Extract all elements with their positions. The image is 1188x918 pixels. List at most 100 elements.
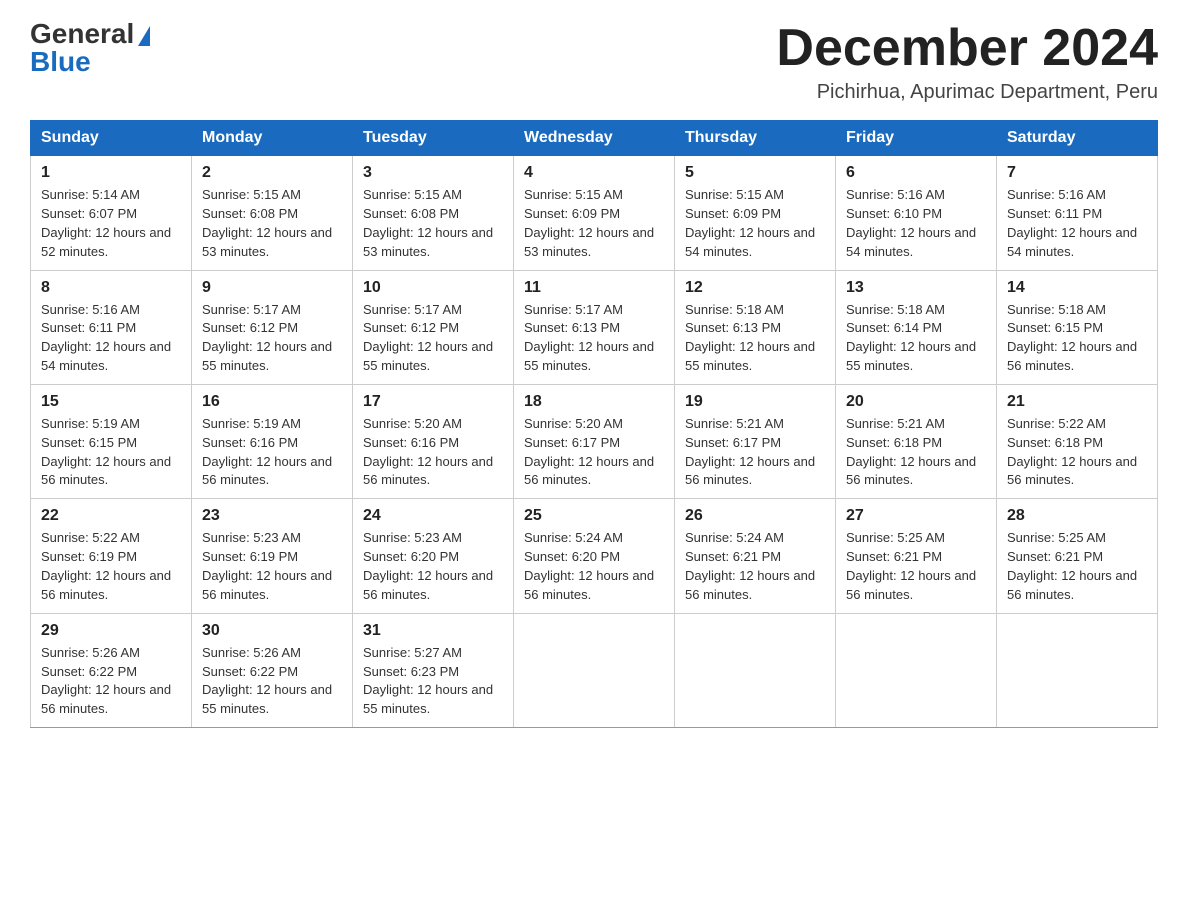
day-info: Sunrise: 5:26 AM Sunset: 6:22 PM Dayligh… xyxy=(41,644,181,719)
calendar-cell: 7 Sunrise: 5:16 AM Sunset: 6:11 PM Dayli… xyxy=(997,156,1158,270)
day-info: Sunrise: 5:20 AM Sunset: 6:17 PM Dayligh… xyxy=(524,415,664,490)
calendar-cell: 8 Sunrise: 5:16 AM Sunset: 6:11 PM Dayli… xyxy=(31,270,192,384)
day-number: 21 xyxy=(1007,393,1147,411)
calendar-cell: 14 Sunrise: 5:18 AM Sunset: 6:15 PM Dayl… xyxy=(997,270,1158,384)
day-number: 20 xyxy=(846,393,986,411)
calendar-cell: 27 Sunrise: 5:25 AM Sunset: 6:21 PM Dayl… xyxy=(836,499,997,613)
weekday-header-row: SundayMondayTuesdayWednesdayThursdayFrid… xyxy=(31,121,1158,156)
day-info: Sunrise: 5:14 AM Sunset: 6:07 PM Dayligh… xyxy=(41,186,181,261)
day-info: Sunrise: 5:23 AM Sunset: 6:20 PM Dayligh… xyxy=(363,529,503,604)
day-number: 6 xyxy=(846,164,986,182)
weekday-header-saturday: Saturday xyxy=(997,121,1158,156)
day-info: Sunrise: 5:17 AM Sunset: 6:12 PM Dayligh… xyxy=(363,301,503,376)
month-title: December 2024 xyxy=(776,20,1158,77)
day-number: 29 xyxy=(41,622,181,640)
day-info: Sunrise: 5:18 AM Sunset: 6:14 PM Dayligh… xyxy=(846,301,986,376)
logo-general-text: General xyxy=(30,20,134,48)
calendar-cell: 24 Sunrise: 5:23 AM Sunset: 6:20 PM Dayl… xyxy=(353,499,514,613)
day-number: 3 xyxy=(363,164,503,182)
day-info: Sunrise: 5:15 AM Sunset: 6:08 PM Dayligh… xyxy=(363,186,503,261)
calendar-cell: 11 Sunrise: 5:17 AM Sunset: 6:13 PM Dayl… xyxy=(514,270,675,384)
day-number: 8 xyxy=(41,279,181,297)
calendar-cell: 3 Sunrise: 5:15 AM Sunset: 6:08 PM Dayli… xyxy=(353,156,514,270)
day-number: 14 xyxy=(1007,279,1147,297)
location-title: Pichirhua, Apurimac Department, Peru xyxy=(776,81,1158,104)
day-info: Sunrise: 5:17 AM Sunset: 6:12 PM Dayligh… xyxy=(202,301,342,376)
calendar-table: SundayMondayTuesdayWednesdayThursdayFrid… xyxy=(30,120,1158,728)
day-number: 10 xyxy=(363,279,503,297)
day-info: Sunrise: 5:25 AM Sunset: 6:21 PM Dayligh… xyxy=(1007,529,1147,604)
calendar-cell: 12 Sunrise: 5:18 AM Sunset: 6:13 PM Dayl… xyxy=(675,270,836,384)
day-info: Sunrise: 5:21 AM Sunset: 6:18 PM Dayligh… xyxy=(846,415,986,490)
day-number: 7 xyxy=(1007,164,1147,182)
calendar-cell: 15 Sunrise: 5:19 AM Sunset: 6:15 PM Dayl… xyxy=(31,384,192,498)
calendar-cell: 1 Sunrise: 5:14 AM Sunset: 6:07 PM Dayli… xyxy=(31,156,192,270)
day-info: Sunrise: 5:22 AM Sunset: 6:19 PM Dayligh… xyxy=(41,529,181,604)
calendar-cell: 23 Sunrise: 5:23 AM Sunset: 6:19 PM Dayl… xyxy=(192,499,353,613)
calendar-cell: 18 Sunrise: 5:20 AM Sunset: 6:17 PM Dayl… xyxy=(514,384,675,498)
calendar-cell: 30 Sunrise: 5:26 AM Sunset: 6:22 PM Dayl… xyxy=(192,613,353,727)
day-number: 30 xyxy=(202,622,342,640)
day-number: 9 xyxy=(202,279,342,297)
calendar-cell: 6 Sunrise: 5:16 AM Sunset: 6:10 PM Dayli… xyxy=(836,156,997,270)
weekday-header-monday: Monday xyxy=(192,121,353,156)
weekday-header-sunday: Sunday xyxy=(31,121,192,156)
day-number: 16 xyxy=(202,393,342,411)
weekday-header-friday: Friday xyxy=(836,121,997,156)
day-info: Sunrise: 5:15 AM Sunset: 6:09 PM Dayligh… xyxy=(524,186,664,261)
calendar-cell xyxy=(514,613,675,727)
calendar-cell: 28 Sunrise: 5:25 AM Sunset: 6:21 PM Dayl… xyxy=(997,499,1158,613)
day-info: Sunrise: 5:22 AM Sunset: 6:18 PM Dayligh… xyxy=(1007,415,1147,490)
day-info: Sunrise: 5:26 AM Sunset: 6:22 PM Dayligh… xyxy=(202,644,342,719)
day-number: 1 xyxy=(41,164,181,182)
day-info: Sunrise: 5:16 AM Sunset: 6:11 PM Dayligh… xyxy=(1007,186,1147,261)
calendar-cell: 31 Sunrise: 5:27 AM Sunset: 6:23 PM Dayl… xyxy=(353,613,514,727)
calendar-cell: 26 Sunrise: 5:24 AM Sunset: 6:21 PM Dayl… xyxy=(675,499,836,613)
week-row-5: 29 Sunrise: 5:26 AM Sunset: 6:22 PM Dayl… xyxy=(31,613,1158,727)
calendar-cell: 17 Sunrise: 5:20 AM Sunset: 6:16 PM Dayl… xyxy=(353,384,514,498)
day-number: 5 xyxy=(685,164,825,182)
day-number: 31 xyxy=(363,622,503,640)
day-number: 2 xyxy=(202,164,342,182)
calendar-cell: 20 Sunrise: 5:21 AM Sunset: 6:18 PM Dayl… xyxy=(836,384,997,498)
title-section: December 2024 Pichirhua, Apurimac Depart… xyxy=(776,20,1158,104)
calendar-cell: 10 Sunrise: 5:17 AM Sunset: 6:12 PM Dayl… xyxy=(353,270,514,384)
weekday-header-wednesday: Wednesday xyxy=(514,121,675,156)
calendar-cell: 9 Sunrise: 5:17 AM Sunset: 6:12 PM Dayli… xyxy=(192,270,353,384)
day-number: 11 xyxy=(524,279,664,297)
day-number: 15 xyxy=(41,393,181,411)
day-info: Sunrise: 5:25 AM Sunset: 6:21 PM Dayligh… xyxy=(846,529,986,604)
logo-triangle-icon xyxy=(138,26,150,46)
day-number: 28 xyxy=(1007,507,1147,525)
day-info: Sunrise: 5:20 AM Sunset: 6:16 PM Dayligh… xyxy=(363,415,503,490)
calendar-cell: 21 Sunrise: 5:22 AM Sunset: 6:18 PM Dayl… xyxy=(997,384,1158,498)
day-info: Sunrise: 5:17 AM Sunset: 6:13 PM Dayligh… xyxy=(524,301,664,376)
day-number: 22 xyxy=(41,507,181,525)
day-info: Sunrise: 5:15 AM Sunset: 6:09 PM Dayligh… xyxy=(685,186,825,261)
day-number: 27 xyxy=(846,507,986,525)
day-number: 23 xyxy=(202,507,342,525)
day-info: Sunrise: 5:18 AM Sunset: 6:15 PM Dayligh… xyxy=(1007,301,1147,376)
calendar-cell: 22 Sunrise: 5:22 AM Sunset: 6:19 PM Dayl… xyxy=(31,499,192,613)
calendar-cell xyxy=(675,613,836,727)
weekday-header-tuesday: Tuesday xyxy=(353,121,514,156)
day-number: 4 xyxy=(524,164,664,182)
day-info: Sunrise: 5:18 AM Sunset: 6:13 PM Dayligh… xyxy=(685,301,825,376)
logo: General Blue xyxy=(30,20,150,76)
day-info: Sunrise: 5:23 AM Sunset: 6:19 PM Dayligh… xyxy=(202,529,342,604)
calendar-cell xyxy=(997,613,1158,727)
day-info: Sunrise: 5:19 AM Sunset: 6:16 PM Dayligh… xyxy=(202,415,342,490)
day-number: 26 xyxy=(685,507,825,525)
calendar-cell: 16 Sunrise: 5:19 AM Sunset: 6:16 PM Dayl… xyxy=(192,384,353,498)
day-info: Sunrise: 5:24 AM Sunset: 6:21 PM Dayligh… xyxy=(685,529,825,604)
calendar-cell xyxy=(836,613,997,727)
logo-blue-text: Blue xyxy=(30,48,91,76)
calendar-cell: 29 Sunrise: 5:26 AM Sunset: 6:22 PM Dayl… xyxy=(31,613,192,727)
day-info: Sunrise: 5:21 AM Sunset: 6:17 PM Dayligh… xyxy=(685,415,825,490)
day-number: 24 xyxy=(363,507,503,525)
calendar-cell: 2 Sunrise: 5:15 AM Sunset: 6:08 PM Dayli… xyxy=(192,156,353,270)
day-info: Sunrise: 5:24 AM Sunset: 6:20 PM Dayligh… xyxy=(524,529,664,604)
calendar-cell: 13 Sunrise: 5:18 AM Sunset: 6:14 PM Dayl… xyxy=(836,270,997,384)
calendar-cell: 19 Sunrise: 5:21 AM Sunset: 6:17 PM Dayl… xyxy=(675,384,836,498)
day-info: Sunrise: 5:16 AM Sunset: 6:10 PM Dayligh… xyxy=(846,186,986,261)
